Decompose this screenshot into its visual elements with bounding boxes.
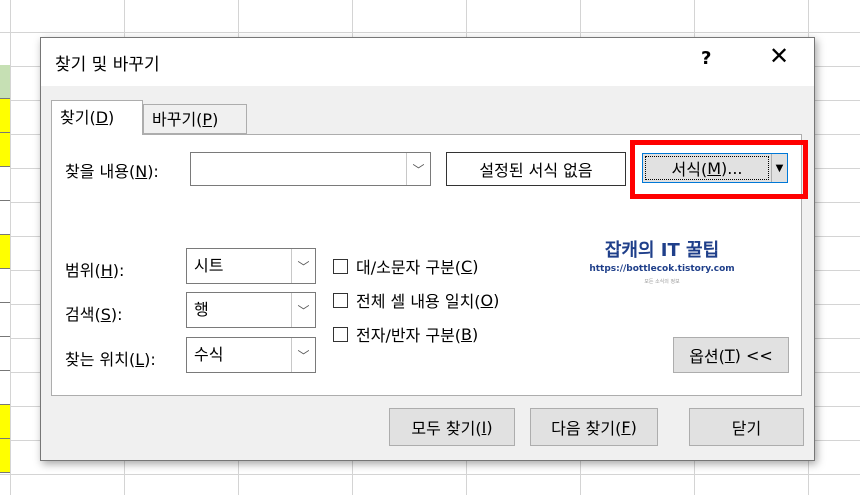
find-what-suffix: ): (147, 162, 159, 181)
match-entire-label: 전체 셀 내용 일치( (356, 292, 481, 311)
search-value: 행 (194, 300, 209, 319)
match-case-label: 대/소문자 구분( (356, 258, 462, 277)
find-all-suffix: ) (486, 417, 493, 437)
no-format-set-box: 설정된 서식 없음 (446, 152, 626, 186)
sheet-cell-column (0, 0, 10, 495)
close-button[interactable]: 닫기 (689, 408, 804, 446)
chevron-down-icon[interactable]: ﹀ (291, 249, 315, 283)
search-key: S (100, 305, 111, 324)
sheet-cell[interactable] (0, 235, 10, 269)
find-next-button[interactable]: 다음 찾기(F) (530, 408, 658, 446)
sheet-cell[interactable] (0, 405, 10, 439)
find-what-key: N (135, 162, 148, 181)
find-next-suffix: ) (630, 417, 637, 437)
chevron-down-icon[interactable]: ﹀ (406, 153, 430, 185)
title-bar: 찾기 및 바꾸기 ? ✕ (41, 38, 814, 86)
search-select[interactable]: 행 ﹀ (186, 292, 316, 328)
options-suffix: ) << (734, 345, 773, 365)
match-byte-key: B (461, 324, 473, 344)
watermark-tagline: 모든 소식의 정보 (644, 279, 680, 285)
sheet-cell[interactable] (0, 269, 10, 303)
sheet-cell[interactable] (0, 439, 10, 473)
look-in-label-text: 찾는 위치( (65, 350, 136, 369)
find-all-button[interactable]: 모두 찾기(I) (389, 408, 515, 446)
find-what-label: 찾을 내용(N): (65, 158, 159, 182)
tab-find[interactable]: 찾기(D) (51, 100, 143, 135)
format-dropdown-arrow-icon[interactable]: ▼ (771, 154, 787, 182)
tab-replace-paren: ) (212, 110, 219, 129)
sheet-cell[interactable] (0, 133, 10, 167)
format-button-key: M (707, 158, 721, 178)
match-entire-suffix: ) (493, 290, 500, 310)
chevron-down-icon[interactable]: ﹀ (291, 338, 315, 372)
match-byte-suffix: ) (472, 324, 479, 344)
tab-find-key: D (95, 108, 109, 127)
no-format-set-label: 설정된 서식 없음 (479, 161, 593, 180)
format-button-label: 서식( (671, 160, 708, 179)
options-button[interactable]: 옵션(T) << (673, 337, 789, 373)
chevron-down-icon[interactable]: ﹀ (291, 293, 315, 327)
within-select[interactable]: 시트 ﹀ (186, 248, 316, 284)
match-case-checkbox[interactable]: 대/소문자 구분(C) (333, 254, 478, 278)
tab-find-label: 찾기( (60, 108, 96, 127)
match-case-key: C (461, 256, 473, 276)
tab-replace-key: P (202, 110, 213, 129)
look-in-label: 찾는 위치(L): (65, 346, 156, 370)
checkbox-box[interactable] (333, 326, 348, 342)
look-in-suffix: ): (144, 350, 156, 369)
tab-replace-label: 바꾸기( (152, 110, 203, 129)
within-suffix: ): (112, 261, 125, 280)
tab-find-paren: ) (108, 108, 115, 127)
checkbox-box[interactable] (333, 292, 348, 308)
within-label-text: 범위( (65, 261, 101, 280)
look-in-value: 수식 (194, 345, 224, 364)
sheet-cell[interactable] (0, 99, 10, 133)
find-all-label: 모두 찾기( (411, 419, 482, 438)
options-key: T (724, 345, 735, 365)
help-button[interactable]: ? (701, 48, 711, 69)
search-label-text: 검색( (65, 305, 101, 324)
checkbox-box[interactable] (333, 258, 348, 274)
options-label: 옵션( (689, 347, 725, 366)
match-entire-cell-checkbox[interactable]: 전체 셀 내용 일치(O) (333, 288, 499, 312)
close-button-label: 닫기 (731, 419, 762, 438)
sheet-cell[interactable] (0, 65, 10, 99)
find-next-key: F (621, 417, 631, 437)
watermark-logo: 잡캐의 IT 꿀팁 https://bottlecok.tistory.com … (582, 236, 742, 306)
match-byte-label: 전자/반자 구분( (356, 326, 462, 345)
sheet-cell[interactable] (0, 371, 10, 405)
format-button-suffix: )... (721, 158, 743, 178)
match-entire-key: O (480, 290, 494, 310)
within-key: H (100, 261, 113, 280)
sheet-cell[interactable] (0, 201, 10, 235)
sheet-cell[interactable] (0, 167, 10, 201)
match-byte-checkbox[interactable]: 전자/반자 구분(B) (333, 322, 478, 346)
search-suffix: ): (110, 305, 123, 324)
find-what-combo[interactable]: ﹀ (190, 152, 431, 186)
sheet-cell[interactable] (0, 337, 10, 371)
tab-replace[interactable]: 바꾸기(P) (143, 104, 247, 134)
format-split-button[interactable]: 서식(M)... ▼ (642, 153, 788, 183)
dialog-title: 찾기 및 바꾸기 (55, 55, 160, 75)
watermark-url: https://bottlecok.tistory.com (589, 264, 735, 274)
find-next-label: 다음 찾기( (551, 419, 622, 438)
sheet-cell[interactable] (0, 303, 10, 337)
match-case-suffix: ) (472, 256, 479, 276)
look-in-key: L (135, 350, 145, 369)
search-label: 검색(S): (65, 301, 122, 325)
close-icon[interactable]: ✕ (769, 44, 789, 68)
format-button[interactable]: 서식(M)... (645, 156, 769, 180)
within-label: 범위(H): (65, 257, 124, 281)
look-in-select[interactable]: 수식 ﹀ (186, 337, 316, 373)
watermark-title: 잡캐의 IT 꿀팁 (604, 240, 720, 261)
find-what-label-text: 찾을 내용( (65, 162, 136, 181)
within-value: 시트 (194, 256, 224, 275)
